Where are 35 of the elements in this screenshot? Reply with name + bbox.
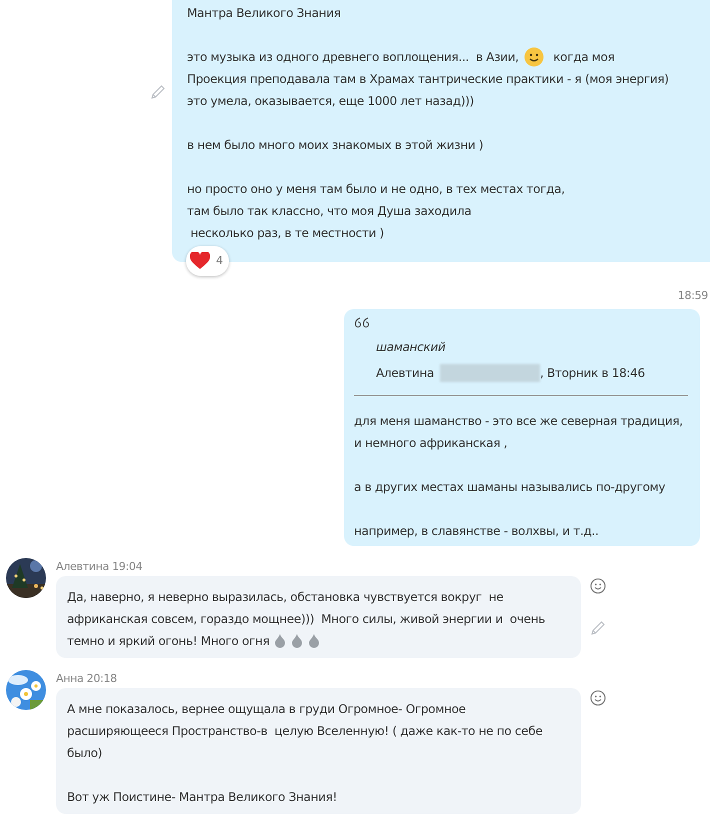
message-text: Вот уж Поистине- Мантра Великого Знания! (67, 790, 338, 804)
flame-icon (308, 634, 320, 648)
emoji-reaction-icon[interactable] (590, 578, 606, 594)
quote-icon (354, 316, 370, 328)
message-text: в нем было много моих знакомых в этой жизни ) (187, 138, 484, 152)
message-text: темно и яркий огонь! Много огня (67, 632, 270, 650)
flame-icon (291, 634, 304, 648)
smiley-icon (524, 47, 544, 67)
quote-date: , Вторник в 18:46 (540, 364, 645, 382)
message-text: а в других местах шаманы назывались по-другому (354, 480, 666, 494)
message-text: расширяющееся Пространство-в целую Вселенную! ( даже как-то не по себе (67, 724, 542, 738)
message-text: но просто оно у меня там было и не одно, в тех местах тогда, (187, 182, 565, 196)
message-text: Мантра Великого Знания (187, 6, 341, 20)
message-text: было) (67, 746, 102, 760)
message-text: несколько раз, в те местности ) (190, 226, 384, 240)
message-text: африканская совсем, гораздо мощнее))) Много силы, живой энергии и очень (67, 612, 546, 626)
reaction-pill[interactable]: 4 (186, 246, 229, 276)
message-time: 18:59 (678, 288, 708, 304)
quote-author: Алевтина (376, 364, 434, 382)
quote-title: шаманский (376, 340, 446, 354)
message-text: Проекция преподавала там в Храмах тантрические практики - я (моя энергия) (187, 72, 669, 86)
message-text: и немного африканская , (354, 436, 508, 450)
message-text: для меня шаманство - это все же северная традиция, (354, 414, 683, 428)
sender-header: Анна 20:18 (56, 670, 118, 686)
message-text: А мне показалось, вернее ощущала в груди Огромное- Огромное (67, 702, 466, 716)
message-text: например, в славянстве - волхвы, и т.д.. (354, 524, 598, 538)
emoji-reaction-icon[interactable] (590, 690, 606, 706)
message-text: Да, наверно, я неверно выразилась, обстановка чувствуется вокруг не (67, 590, 504, 604)
heart-icon (190, 252, 210, 270)
sender-header: Алевтина 19:04 (56, 558, 144, 574)
message-text: там было так классно, что моя Душа заходила (187, 204, 472, 218)
flame-icon (274, 634, 286, 648)
message-text: когда моя (552, 49, 615, 66)
message-text: это музыка из одного древнего воплощения... в Азии, (187, 49, 520, 66)
message-text: это умела, оказывается, еще 1000 лет назад))) (187, 94, 474, 108)
